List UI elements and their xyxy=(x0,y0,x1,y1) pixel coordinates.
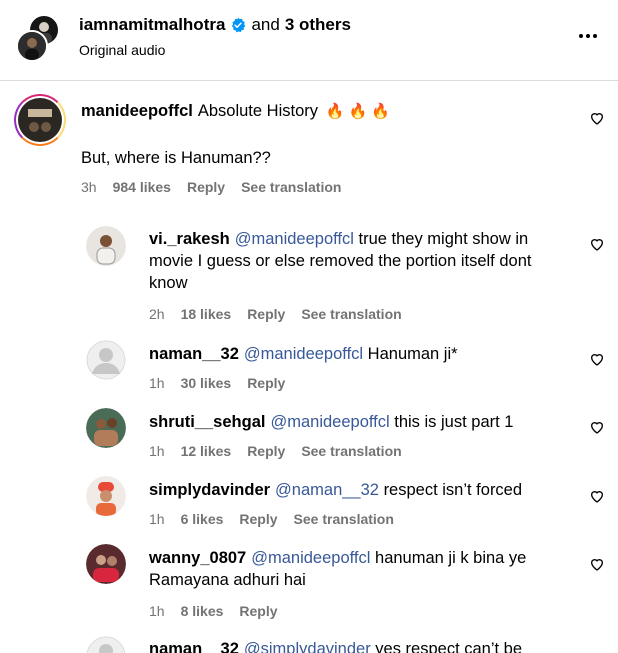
heart-icon[interactable] xyxy=(589,419,605,435)
post-header: iamnamitmalhotra and 3 others Original a… xyxy=(0,0,618,81)
comment-username[interactable]: shruti__sehgal xyxy=(149,413,265,431)
mention-link[interactable]: @manideepoffcl xyxy=(270,413,389,431)
heart-icon[interactable] xyxy=(589,488,605,504)
comment-body: naman__32 @simplydavinder yes respect can… xyxy=(149,638,569,653)
reply-comment: wanny_0807 @manideepoffcl hanuman ji k bi… xyxy=(0,542,618,626)
comment-username[interactable]: naman__32 xyxy=(149,345,239,363)
comment-body: naman__32 @manideepoffcl Hanuman ji* xyxy=(149,343,569,365)
avatar[interactable] xyxy=(86,226,126,266)
comment-username[interactable]: vi._rakesh xyxy=(149,230,230,248)
mention-link[interactable]: @simplydavinder xyxy=(244,640,371,653)
more-options-icon[interactable] xyxy=(577,26,599,46)
comment-body: simplydavinder @naman__32 respect isn’t f… xyxy=(149,479,569,501)
comment-meta: 1h 6 likes Reply See translation xyxy=(149,511,394,527)
comment-body: vi._rakesh @manideepoffcl true they might… xyxy=(149,228,569,294)
avatar[interactable] xyxy=(86,544,126,584)
comment: manideepoffcl Absolute History 🔥 🔥 🔥 But,… xyxy=(0,80,618,200)
reply-button[interactable]: Reply xyxy=(247,443,285,459)
verified-badge-icon xyxy=(232,17,246,33)
heart-icon[interactable] xyxy=(589,351,605,367)
comment-meta: 1h 30 likes Reply xyxy=(149,375,285,391)
comment-meta: 1h 8 likes Reply xyxy=(149,603,278,619)
comment-time: 3h xyxy=(81,179,97,195)
comment-time: 1h xyxy=(149,511,165,527)
heart-icon[interactable] xyxy=(589,110,605,126)
see-translation-button[interactable]: See translation xyxy=(294,511,394,527)
avatar[interactable] xyxy=(14,94,66,146)
mention-link[interactable]: @manideepoffcl xyxy=(244,345,363,363)
comment-time: 1h xyxy=(149,603,165,619)
comment-meta: 2h 18 likes Reply See translation xyxy=(149,306,402,322)
comment-text: Hanuman ji* xyxy=(367,345,458,363)
author-username[interactable]: iamnamitmalhotra xyxy=(79,15,225,35)
avatar[interactable] xyxy=(86,636,126,653)
reply-button[interactable]: Reply xyxy=(187,179,225,195)
likes-count[interactable]: 18 likes xyxy=(181,306,232,322)
comment-text: Absolute History xyxy=(197,102,318,120)
reply-button[interactable]: Reply xyxy=(239,511,277,527)
audio-label[interactable]: Original audio xyxy=(79,42,165,58)
comment-time: 2h xyxy=(149,306,165,322)
see-translation-button[interactable]: See translation xyxy=(241,179,341,195)
reply-comment: simplydavinder @naman__32 respect isn’t f… xyxy=(0,474,618,534)
reply-comment: shruti__sehgal @manideepoffcl this is jus… xyxy=(0,406,618,466)
comment-second-line: But, where is Hanuman?? xyxy=(81,149,271,167)
avatar[interactable] xyxy=(86,340,126,380)
reply-button[interactable]: Reply xyxy=(247,375,285,391)
comment-username[interactable]: simplydavinder xyxy=(149,481,270,499)
and-text: and xyxy=(251,15,280,34)
reply-comment: naman__32 @simplydavinder yes respect can… xyxy=(0,634,618,653)
comment-meta: 3h 984 likes Reply See translation xyxy=(81,179,341,195)
comment-username[interactable]: wanny_0807 xyxy=(149,549,246,567)
comment-text: this is just part 1 xyxy=(394,413,514,431)
avatar[interactable] xyxy=(86,408,126,448)
likes-count[interactable]: 984 likes xyxy=(113,179,171,195)
mention-link[interactable]: @naman__32 xyxy=(275,481,379,499)
reply-button[interactable]: Reply xyxy=(239,603,277,619)
post-author-line: iamnamitmalhotra and 3 others xyxy=(79,15,351,35)
fire-emoji-icon: 🔥 🔥 🔥 xyxy=(325,103,390,120)
likes-count[interactable]: 12 likes xyxy=(181,443,232,459)
comment-meta: 1h 12 likes Reply See translation xyxy=(149,443,402,459)
mention-link[interactable]: @manideepoffcl xyxy=(235,230,354,248)
heart-icon[interactable] xyxy=(589,236,605,252)
avatar-stack[interactable] xyxy=(16,14,60,62)
comment-time: 1h xyxy=(149,443,165,459)
reply-button[interactable]: Reply xyxy=(247,306,285,322)
likes-count[interactable]: 6 likes xyxy=(181,511,224,527)
comment-username[interactable]: manideepoffcl xyxy=(81,102,193,120)
comment-text: yes respect can’t be xyxy=(375,640,523,653)
comment-body: manideepoffcl Absolute History 🔥 🔥 🔥 xyxy=(81,100,571,123)
reply-comment: naman__32 @manideepoffcl Hanuman ji* 1h 3… xyxy=(0,338,618,398)
comment-username[interactable]: naman__32 xyxy=(149,640,239,653)
likes-count[interactable]: 30 likes xyxy=(181,375,232,391)
avatar[interactable] xyxy=(16,30,48,62)
see-translation-button[interactable]: See translation xyxy=(301,443,401,459)
likes-count[interactable]: 8 likes xyxy=(181,603,224,619)
see-translation-button[interactable]: See translation xyxy=(301,306,401,322)
comment-text: respect isn’t forced xyxy=(383,481,523,499)
comment-body: shruti__sehgal @manideepoffcl this is jus… xyxy=(149,411,569,433)
mention-link[interactable]: @manideepoffcl xyxy=(251,549,370,567)
avatar[interactable] xyxy=(86,476,126,516)
reply-comment: vi._rakesh @manideepoffcl true they might… xyxy=(0,218,618,328)
comment-body: wanny_0807 @manideepoffcl hanuman ji k bi… xyxy=(149,547,569,591)
heart-icon[interactable] xyxy=(589,556,605,572)
others-link[interactable]: 3 others xyxy=(285,15,351,35)
comment-time: 1h xyxy=(149,375,165,391)
